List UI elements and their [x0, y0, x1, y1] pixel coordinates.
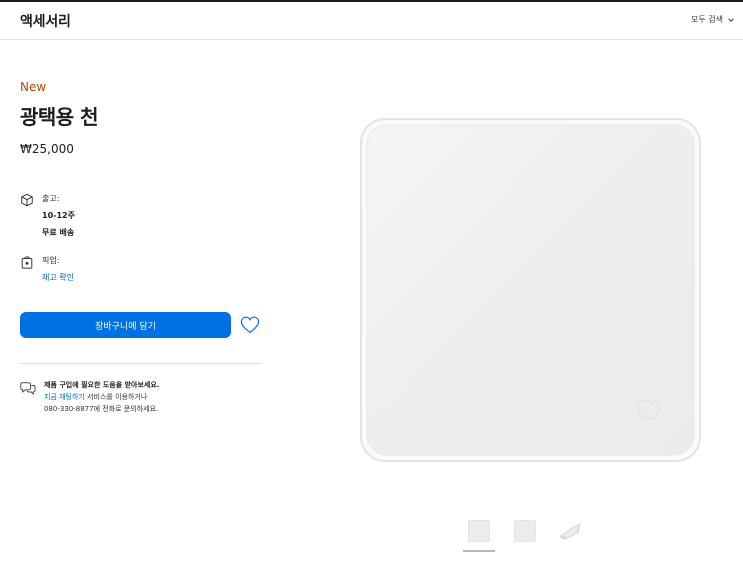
shipping-eta: 10-12주 — [42, 211, 75, 220]
polishing-cloth-image — [360, 118, 701, 462]
thumbnail-folded[interactable] — [556, 516, 586, 552]
shipping-info: 출고: 10-12주 무료 배송 — [20, 193, 75, 238]
chat-suffix: 서비스를 이용하거나 — [84, 393, 148, 401]
thumbnail-front[interactable] — [463, 516, 495, 552]
active-thumbnail-indicator — [463, 550, 495, 552]
search-all-label: 모두 검색 — [691, 15, 723, 24]
pickup-info: 픽업: 재고 확인 — [20, 255, 74, 283]
check-stock-link[interactable]: 재고 확인 — [42, 272, 74, 283]
shipping-label: 출고: — [42, 194, 60, 203]
heart-icon[interactable] — [240, 316, 260, 334]
phone-suffix: 에 전화로 문의하세요. — [93, 405, 159, 413]
help-heading: 제품 구입에 필요한 도움을 받아보세요. — [44, 381, 160, 389]
thumbnail-front-image — [468, 520, 490, 542]
new-badge: New — [20, 80, 47, 94]
section-divider — [20, 363, 262, 364]
add-to-bag-button[interactable]: 장바구니에 담기 — [20, 312, 231, 338]
product-title: 광택용 천 — [20, 105, 99, 129]
section-title[interactable]: 액세서리 — [20, 11, 71, 31]
phone-row: 080-330-8877에 전화로 문의하세요. — [44, 405, 159, 414]
help-section: 제품 구입에 필요한 도움을 받아보세요. 지금 채팅하기 서비스를 이용하거나… — [20, 381, 159, 414]
chat-now-link[interactable]: 지금 채팅하기 — [44, 393, 85, 401]
store-bag-icon — [21, 256, 33, 269]
top-navigation: 액세서리 모두 검색 — [0, 0, 743, 40]
box-icon — [21, 193, 33, 207]
product-price: ₩25,000 — [20, 142, 74, 156]
search-all-dropdown[interactable]: 모두 검색 — [691, 14, 735, 25]
thumbnail-folded-image — [560, 523, 581, 540]
phone-number[interactable]: 080-330-8877 — [44, 405, 94, 413]
thumbnail-flat[interactable] — [510, 516, 540, 552]
thumbnail-flat-image — [514, 520, 536, 542]
thumbnail-gallery — [463, 516, 586, 552]
chat-bubbles-icon — [20, 382, 36, 395]
top-border — [0, 0, 743, 2]
chat-row: 지금 채팅하기 서비스를 이용하거나 — [44, 393, 159, 402]
free-shipping: 무료 배송 — [42, 228, 75, 237]
chevron-down-icon — [728, 17, 734, 22]
pickup-label: 픽업: — [42, 256, 60, 265]
